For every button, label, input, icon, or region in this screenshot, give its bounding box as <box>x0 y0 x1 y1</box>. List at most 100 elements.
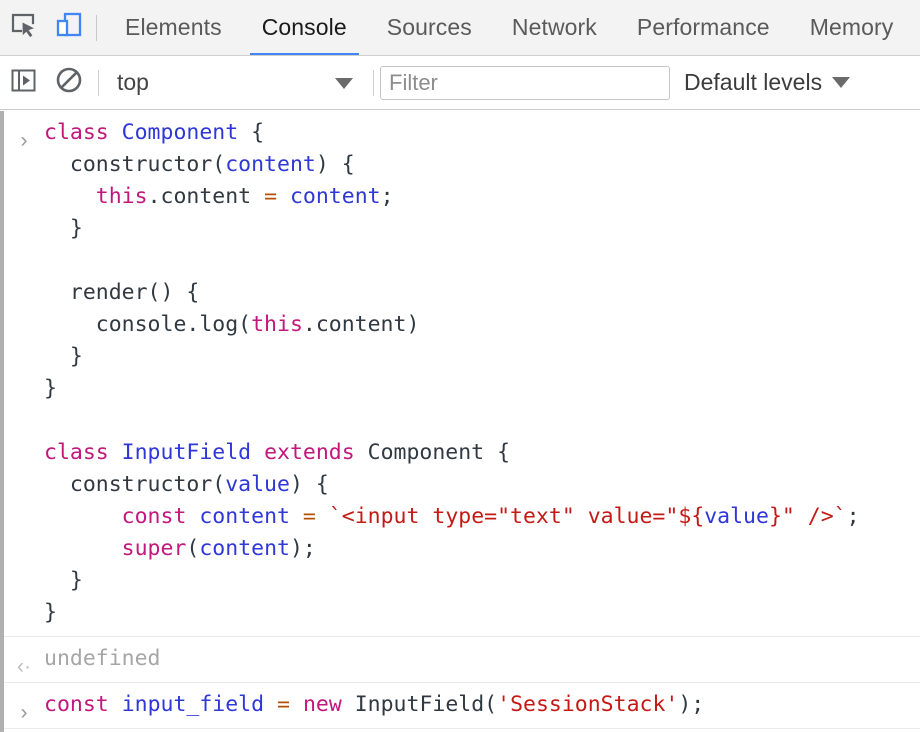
console-message-list[interactable]: ›class Component { constructor(content) … <box>4 111 920 732</box>
code-token: }" />` <box>769 504 847 529</box>
tab-console[interactable]: Console <box>242 0 367 56</box>
clear-console-button[interactable] <box>46 56 92 110</box>
console-prompt-arrow-icon: › <box>4 111 44 151</box>
code-token: `<input type="text" value="${ <box>329 504 704 529</box>
console-code-line: } <box>44 373 920 405</box>
tab-sources[interactable]: Sources <box>367 0 492 56</box>
console-code-line: constructor(value) { <box>44 469 920 501</box>
tab-label: Console <box>262 14 347 41</box>
code-token: value <box>704 504 769 529</box>
code-token: constructor( <box>44 472 225 497</box>
clear-console-icon <box>55 66 83 99</box>
code-token: class <box>44 440 122 465</box>
code-token <box>264 692 277 717</box>
console-input-row[interactable]: ›class Component { constructor(content) … <box>4 111 920 637</box>
code-token <box>44 184 96 209</box>
inspect-element-button[interactable] <box>0 0 46 56</box>
tab-elements[interactable]: Elements <box>105 0 242 56</box>
console-code-line: console.log(this.content) <box>44 309 920 341</box>
devtools-window: Elements Console Sources Network Perform… <box>0 0 920 732</box>
console-result-arrow-icon: ‹· <box>4 637 44 677</box>
console-code-line: } <box>44 597 920 629</box>
tab-memory[interactable]: Memory <box>790 0 914 56</box>
code-token: extends <box>264 440 355 465</box>
code-token: Component { <box>355 440 510 465</box>
tab-network[interactable]: Network <box>492 0 617 56</box>
code-token <box>290 692 303 717</box>
code-token: = <box>264 184 277 209</box>
chevron-down-icon <box>832 77 850 88</box>
code-token: ) { <box>290 472 329 497</box>
code-token: } <box>44 568 83 593</box>
execution-context-value: top <box>117 69 149 96</box>
toolbar-divider <box>373 70 374 96</box>
console-result-row[interactable]: ‹·undefined <box>4 637 920 683</box>
console-code-line: class Component { <box>44 117 920 149</box>
code-token: content <box>225 152 316 177</box>
console-sidebar-toggle-icon <box>10 67 37 99</box>
console-code-line: const content = `<input type="text" valu… <box>44 501 920 533</box>
inspect-element-icon <box>9 11 37 44</box>
console-sidebar-toggle-button[interactable] <box>0 56 46 110</box>
tab-label: Memory <box>810 14 894 41</box>
code-token: ; <box>847 504 860 529</box>
code-token: 'SessionStack' <box>497 692 678 717</box>
code-token <box>109 692 122 717</box>
code-token: .content) <box>303 312 420 337</box>
console-code-line: render() { <box>44 277 920 309</box>
console-code-line: undefined <box>44 643 920 675</box>
toolbar-divider <box>96 15 97 41</box>
devtools-tab-bar: Elements Console Sources Network Perform… <box>0 0 920 56</box>
console-code-line: this.content = content; <box>44 181 920 213</box>
console-code-line <box>44 405 920 437</box>
panel-tabs: Elements Console Sources Network Perform… <box>105 0 913 56</box>
filter-input[interactable] <box>380 66 670 100</box>
toolbar-divider <box>98 70 99 96</box>
code-token: ( <box>186 536 199 561</box>
code-token <box>277 184 290 209</box>
code-token: InputField <box>122 440 251 465</box>
code-token: ; <box>381 184 394 209</box>
code-token <box>290 504 303 529</box>
code-token: } <box>44 600 57 625</box>
console-code-line: super(content); <box>44 533 920 565</box>
execution-context-selector[interactable]: top <box>105 56 367 110</box>
tab-label: Network <box>512 14 597 41</box>
code-token: } <box>44 344 83 369</box>
code-token: = <box>303 504 316 529</box>
code-token <box>44 536 122 561</box>
code-token: InputField( <box>342 692 497 717</box>
log-level-label: Default levels <box>684 69 822 96</box>
tab-label: Elements <box>125 14 222 41</box>
console-code-line: constructor(content) { <box>44 149 920 181</box>
device-toolbar-button[interactable] <box>46 0 92 56</box>
code-token: console.log( <box>44 312 251 337</box>
chevron-down-icon <box>335 78 353 89</box>
tab-label: Sources <box>387 14 472 41</box>
tab-label: Performance <box>637 14 770 41</box>
console-toolbar: top Default levels <box>0 56 920 110</box>
console-message-text: const input_field = new InputField('Sess… <box>44 683 920 728</box>
code-token: constructor( <box>44 152 225 177</box>
code-token: this <box>251 312 303 337</box>
console-code-line <box>44 245 920 277</box>
code-token: render() { <box>44 280 199 305</box>
console-input-row[interactable]: ›const input_field = new InputField('Ses… <box>4 683 920 729</box>
code-token: content <box>199 504 290 529</box>
code-token: = <box>277 692 290 717</box>
code-token: ) { <box>316 152 355 177</box>
code-token: const <box>44 692 109 717</box>
code-token: super <box>122 536 187 561</box>
console-code-line: } <box>44 341 920 373</box>
code-token <box>251 440 264 465</box>
code-token: class <box>44 120 122 145</box>
log-level-selector[interactable]: Default levels <box>684 69 850 96</box>
tab-performance[interactable]: Performance <box>617 0 790 56</box>
console-message-text: undefined <box>44 637 920 682</box>
code-token: value <box>225 472 290 497</box>
console-prompt-arrow-icon: › <box>4 683 44 723</box>
code-token: } <box>44 376 57 401</box>
console-code-line: const input_field = new InputField('Sess… <box>44 689 920 721</box>
code-token: content <box>290 184 381 209</box>
code-token <box>186 504 199 529</box>
